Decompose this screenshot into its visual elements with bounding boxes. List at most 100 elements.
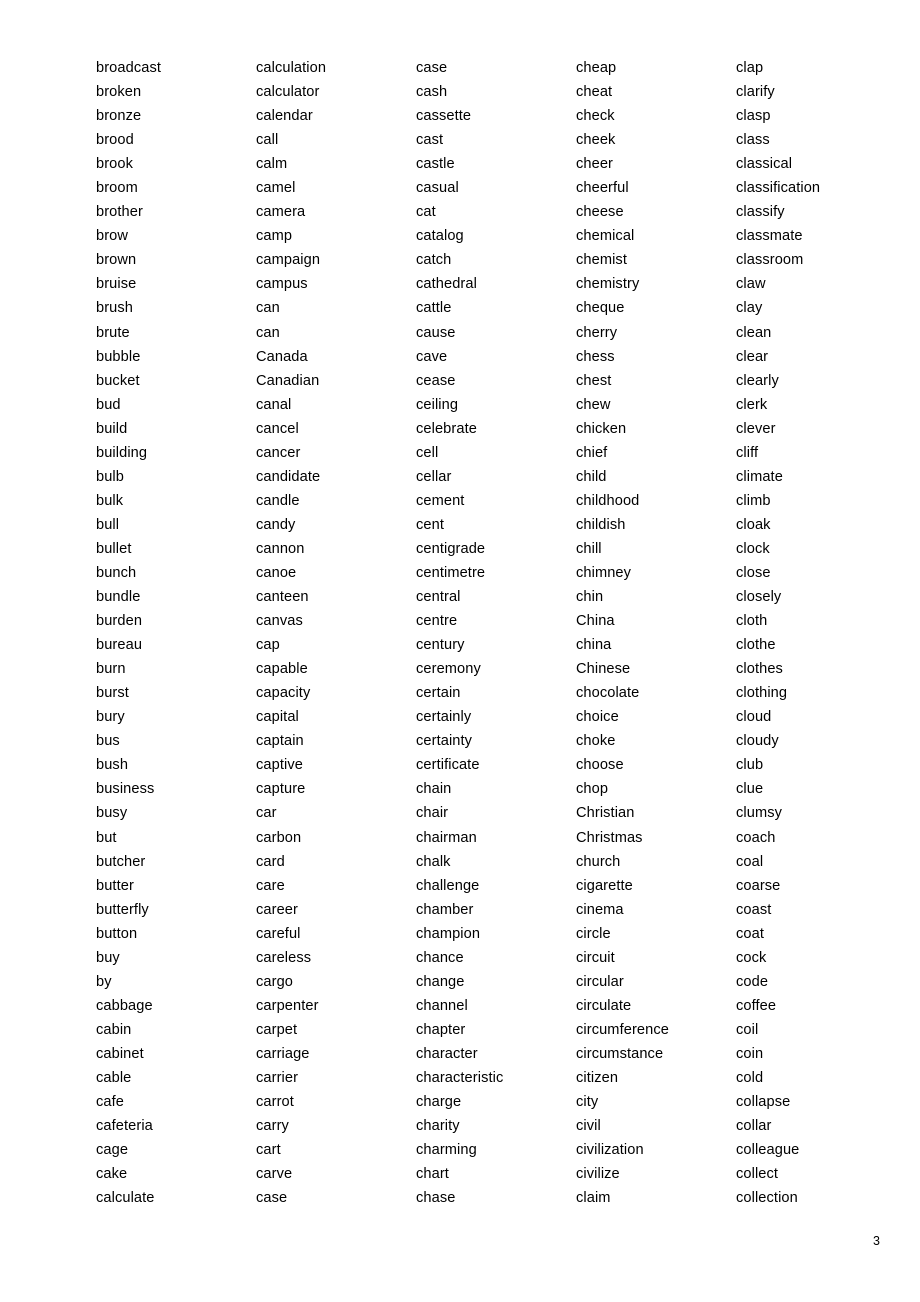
word-item: butcher	[96, 853, 146, 870]
word-item: centre	[416, 613, 458, 630]
word-item: campus	[256, 276, 308, 293]
word-item: cloak	[736, 516, 771, 533]
word-item: clay	[736, 300, 763, 317]
word-item: clasp	[736, 108, 771, 125]
word-item: chicken	[576, 420, 627, 437]
word-item: build	[96, 420, 128, 437]
word-item: calculator	[256, 84, 320, 101]
word-item: calendar	[256, 108, 313, 125]
word-item: ceiling	[416, 396, 459, 413]
word-item: clumsy	[736, 805, 783, 822]
word-item: clue	[736, 781, 764, 798]
word-item: circle	[576, 925, 611, 942]
word-item: broken	[96, 84, 142, 101]
word-item: canteen	[256, 589, 309, 606]
word-item: Chinese	[576, 661, 631, 678]
word-item: classification	[736, 180, 821, 197]
word-item: coarse	[736, 877, 781, 894]
word-item: cherry	[576, 324, 618, 341]
word-item: centigrade	[416, 540, 486, 557]
word-item: capital	[256, 709, 299, 726]
word-item: cause	[416, 324, 456, 341]
word-item: cell	[416, 444, 439, 461]
word-item: career	[256, 901, 298, 918]
word-item: buy	[96, 949, 120, 966]
word-item: choice	[576, 709, 619, 726]
word-item: collapse	[736, 1094, 791, 1111]
word-item: button	[96, 925, 138, 942]
word-item: cinema	[576, 901, 624, 918]
word-item: cloud	[736, 709, 772, 726]
page-number: 3	[873, 1234, 880, 1248]
word-item: citizen	[576, 1069, 619, 1086]
word-item: castle	[416, 156, 455, 173]
word-item: cease	[416, 372, 456, 389]
word-item: chamber	[416, 901, 474, 918]
word-item: cast	[416, 132, 444, 149]
word-item: closely	[736, 589, 782, 606]
word-item: case	[256, 1190, 288, 1207]
word-item: capable	[256, 661, 308, 678]
word-item: cake	[96, 1166, 128, 1183]
word-item: bullet	[96, 540, 132, 557]
word-item: cage	[96, 1142, 129, 1159]
word-item: clean	[736, 324, 772, 341]
word-item: circuit	[576, 949, 615, 966]
word-item: clarify	[736, 84, 775, 101]
word-item: capacity	[256, 685, 311, 702]
word-item: bunch	[96, 564, 137, 581]
word-item: cabbage	[96, 997, 153, 1014]
word-item: cave	[416, 348, 448, 365]
word-item: chill	[576, 540, 602, 557]
word-item: coast	[736, 901, 772, 918]
word-item: bush	[96, 757, 129, 774]
word-item: card	[256, 853, 285, 870]
word-item: claim	[576, 1190, 611, 1207]
word-item: classmate	[736, 228, 803, 245]
word-item: broom	[96, 180, 138, 197]
word-item: civil	[576, 1118, 601, 1135]
word-item: cattle	[416, 300, 452, 317]
word-item: burn	[96, 661, 126, 678]
word-column-3: case cash cassette cast castle casual ca…	[416, 56, 576, 1210]
word-item: china	[576, 637, 612, 654]
word-item: brute	[96, 324, 130, 341]
word-item: chairman	[416, 829, 477, 846]
word-item: cannon	[256, 540, 305, 557]
word-item: chin	[576, 589, 604, 606]
word-item: burst	[96, 685, 129, 702]
word-item: civilize	[576, 1166, 620, 1183]
word-item: bucket	[96, 372, 140, 389]
word-item: captain	[256, 733, 304, 750]
word-item: centimetre	[416, 564, 486, 581]
word-item: candle	[256, 492, 300, 509]
word-item: case	[416, 60, 448, 76]
word-item: civilization	[576, 1142, 644, 1159]
word-item: carve	[256, 1166, 293, 1183]
word-item: business	[96, 781, 155, 798]
word-item: clap	[736, 60, 764, 76]
word-item: coal	[736, 853, 764, 870]
word-item: classroom	[736, 252, 804, 269]
word-item: chain	[416, 781, 452, 798]
word-item: Canadian	[256, 372, 320, 389]
word-item: bulb	[96, 468, 124, 485]
word-item: challenge	[416, 877, 480, 894]
word-item: child	[576, 468, 607, 485]
word-item: cement	[416, 492, 465, 509]
word-item: bruise	[96, 276, 137, 293]
word-item: circumstance	[576, 1045, 664, 1062]
word-item: city	[576, 1094, 599, 1111]
word-item: busy	[96, 805, 128, 822]
word-item: chew	[576, 396, 611, 413]
word-item: brush	[96, 300, 134, 317]
word-item: cancer	[256, 444, 301, 461]
word-item: butterfly	[96, 901, 149, 918]
word-item: chess	[576, 348, 615, 365]
word-item: collar	[736, 1118, 772, 1135]
word-item: cancel	[256, 420, 299, 437]
word-item: calculation	[256, 60, 327, 76]
word-item: carrot	[256, 1094, 294, 1111]
word-item: calculate	[96, 1190, 155, 1207]
document-page: broadcast broken bronze brood brook broo…	[0, 0, 920, 1302]
